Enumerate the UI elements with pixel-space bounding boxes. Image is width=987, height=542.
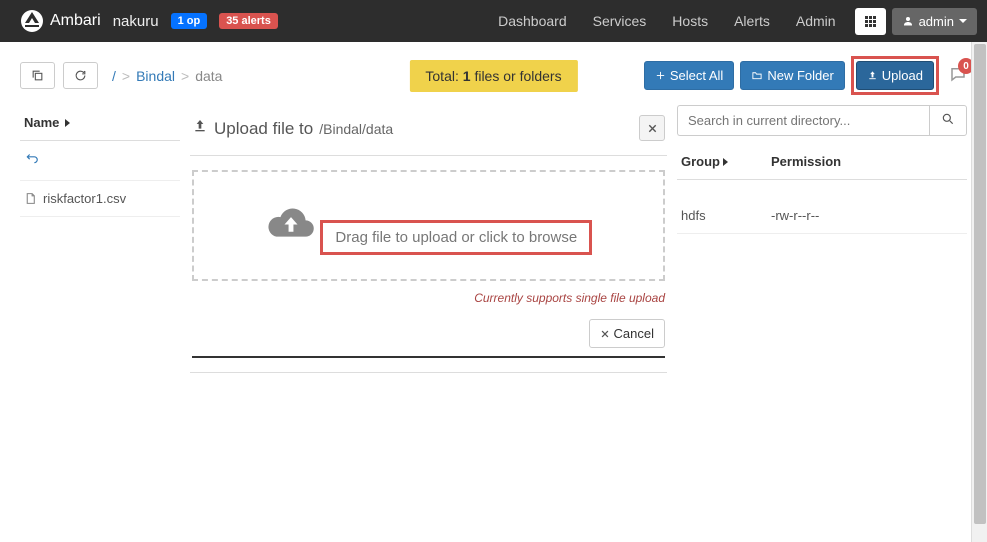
x-icon <box>600 329 610 339</box>
copy-icon <box>31 69 44 82</box>
cluster-name[interactable]: nakuru <box>113 13 159 30</box>
back-arrow-icon <box>24 151 40 165</box>
new-folder-label: New Folder <box>767 68 833 83</box>
main-area: Name riskfactor1.csv Upload file to /Bin… <box>0 105 987 383</box>
upload-title-path: /Bindal/data <box>319 121 393 137</box>
drop-text: Drag file to upload or click to browse <box>320 220 592 255</box>
toolbar: / > Bindal > data Total: 1 files or fold… <box>0 42 987 105</box>
permission-header[interactable]: Permission <box>767 144 967 179</box>
totals-count: 1 <box>463 68 471 84</box>
upload-icon <box>867 70 878 81</box>
upload-button[interactable]: Upload <box>856 61 934 90</box>
close-icon <box>647 123 658 134</box>
totals-banner: Total: 1 files or folders <box>409 60 577 92</box>
group-value: hdfs <box>681 208 771 223</box>
views-grid-button[interactable] <box>855 8 886 35</box>
copy-path-button[interactable] <box>20 62 55 89</box>
group-header-label: Group <box>681 154 720 169</box>
file-row[interactable]: riskfactor1.csv <box>20 181 180 217</box>
caret-down-icon <box>959 19 967 23</box>
chevron-right-icon <box>723 158 728 166</box>
panel-divider <box>192 356 665 358</box>
back-row[interactable] <box>20 141 180 181</box>
upload-title-text: Upload file to <box>214 119 313 139</box>
breadcrumb: / > Bindal > data <box>112 68 222 84</box>
upload-panel: Upload file to /Bindal/data Drag file to… <box>190 105 667 373</box>
brand-logo[interactable]: Ambari <box>20 9 101 33</box>
breadcrumb-sep: > <box>181 68 189 84</box>
plus-icon <box>655 70 666 81</box>
nav-alerts[interactable]: Alerts <box>721 1 783 41</box>
right-headers: Group Permission <box>677 144 967 180</box>
permission-value: -rw-r--r-- <box>771 208 963 223</box>
close-button[interactable] <box>639 115 665 141</box>
brand-text: Ambari <box>50 12 101 30</box>
upload-header: Upload file to /Bindal/data <box>190 105 667 156</box>
cancel-label: Cancel <box>614 326 654 341</box>
search-icon <box>941 112 955 126</box>
ops-badge[interactable]: 1 op <box>171 13 208 29</box>
refresh-icon <box>74 69 87 82</box>
navbar-right: Dashboard Services Hosts Alerts Admin ad… <box>485 1 977 41</box>
cancel-button[interactable]: Cancel <box>589 319 665 348</box>
column-right: Group Permission hdfs -rw-r--r-- <box>677 105 967 383</box>
nav-admin[interactable]: Admin <box>783 1 849 41</box>
user-label: admin <box>919 14 954 29</box>
search-button[interactable] <box>929 105 967 136</box>
refresh-button[interactable] <box>63 62 98 89</box>
totals-suffix: files or folders <box>471 68 562 84</box>
user-menu-button[interactable]: admin <box>892 8 977 35</box>
chevron-right-icon <box>65 119 70 127</box>
nav-dashboard[interactable]: Dashboard <box>485 1 580 41</box>
new-folder-button[interactable]: New Folder <box>740 61 844 90</box>
vertical-scrollbar[interactable] <box>971 42 987 542</box>
nav-hosts[interactable]: Hosts <box>659 1 721 41</box>
column-name: Name riskfactor1.csv <box>20 105 180 383</box>
cloud-upload-icon <box>265 202 317 245</box>
breadcrumb-mid[interactable]: Bindal <box>136 68 175 84</box>
file-icon <box>24 191 37 206</box>
file-name: riskfactor1.csv <box>43 191 126 206</box>
upload-title-icon <box>192 118 208 134</box>
dropzone[interactable]: Drag file to upload or click to browse <box>192 170 665 281</box>
grid-icon <box>865 16 876 27</box>
name-header[interactable]: Name <box>20 105 180 141</box>
folder-icon <box>751 70 763 81</box>
totals-prefix: Total: <box>425 68 462 84</box>
ambari-logo-icon <box>20 9 44 33</box>
breadcrumb-sep: > <box>122 68 130 84</box>
upload-title: Upload file to /Bindal/data <box>192 118 393 139</box>
breadcrumb-leaf: data <box>195 68 222 84</box>
select-all-label: Select All <box>670 68 723 83</box>
name-header-label: Name <box>24 115 59 130</box>
toolbar-right: Select All New Folder Upload 0 <box>644 56 967 95</box>
user-icon <box>902 15 914 27</box>
upload-highlight: Upload <box>851 56 939 95</box>
group-header[interactable]: Group <box>677 144 767 179</box>
cancel-row: Cancel <box>190 305 667 356</box>
support-note: Currently supports single file upload <box>190 287 667 305</box>
search-row <box>677 105 967 136</box>
search-input[interactable] <box>677 105 929 136</box>
top-navbar: Ambari nakuru 1 op 35 alerts Dashboard S… <box>0 0 987 42</box>
navbar-left: Ambari nakuru 1 op 35 alerts <box>20 9 485 33</box>
select-all-button[interactable]: Select All <box>644 61 734 90</box>
breadcrumb-root[interactable]: / <box>112 68 116 84</box>
data-row[interactable]: hdfs -rw-r--r-- <box>677 180 967 234</box>
scrollbar-thumb[interactable] <box>974 44 986 524</box>
permission-header-label: Permission <box>771 154 841 169</box>
messages-button[interactable]: 0 <box>949 65 967 86</box>
upload-label: Upload <box>882 68 923 83</box>
alerts-badge[interactable]: 35 alerts <box>219 13 278 29</box>
upload-panel-container: Upload file to /Bindal/data Drag file to… <box>180 105 677 383</box>
nav-services[interactable]: Services <box>580 1 660 41</box>
